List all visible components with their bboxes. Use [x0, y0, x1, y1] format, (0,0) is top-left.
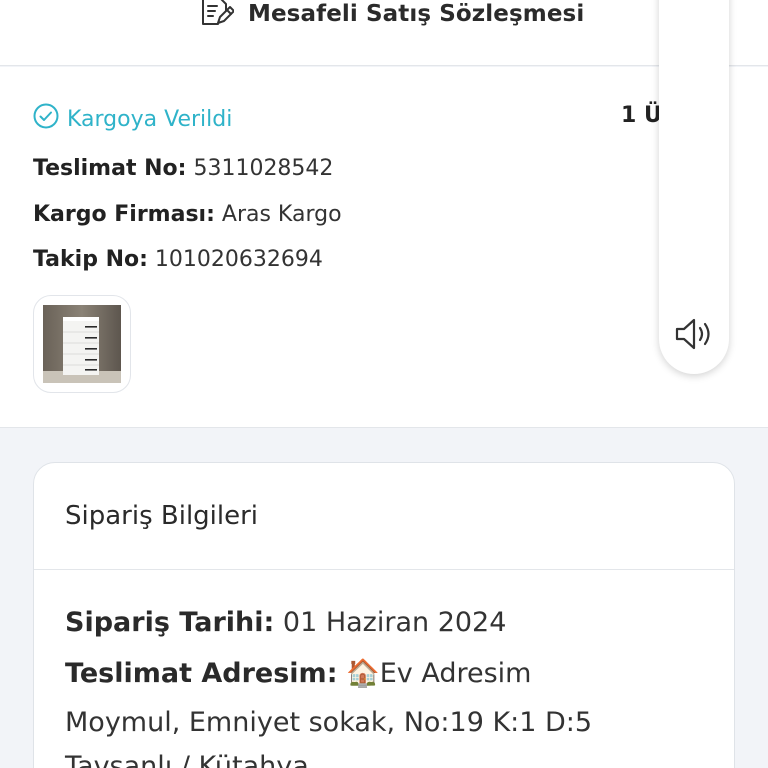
carrier-label: Kargo Firması:: [33, 202, 215, 227]
order-date-value: 01 Haziran 2024: [282, 607, 507, 638]
delivery-number-value: 5311028542: [193, 156, 334, 181]
tracking-value[interactable]: 101020632694: [155, 247, 323, 272]
contract-section: Mesafeli Satış Sözleşmesi: [0, 0, 768, 66]
contract-label: Mesafeli Satış Sözleşmesi: [248, 1, 585, 27]
tracking-label: Takip No:: [33, 247, 148, 272]
order-info-card: Sipariş Bilgileri Sipariş Tarihi: 01 Haz…: [33, 462, 735, 768]
delivery-number-label: Teslimat No:: [33, 156, 187, 181]
quantity-label: 1 Ü: [621, 103, 662, 128]
order-date-row: Sipariş Tarihi: 01 Haziran 2024: [65, 607, 506, 638]
document-edit-icon: [196, 0, 235, 36]
house-emoji-icon: 🏠: [346, 658, 380, 689]
order-date-label: Sipariş Tarihi:: [65, 607, 275, 638]
shipment-card: Kargoya Verildi 1 Ü Teslimat No: 5311028…: [0, 67, 768, 428]
product-thumbnail[interactable]: [33, 295, 131, 393]
check-circle-icon: [33, 103, 59, 135]
delivery-address-label: Teslimat Adresim:: [65, 658, 338, 689]
speaker-icon[interactable]: [671, 314, 717, 358]
shipment-status: Kargoya Verildi: [33, 103, 232, 135]
dresser-product-image: [43, 305, 121, 383]
address-line-1: Moymul, Emniyet sokak, No:19 K:1 D:5: [65, 707, 593, 738]
tracking-row: Takip No: 101020632694: [33, 247, 323, 272]
distance-sales-contract-link[interactable]: Mesafeli Satış Sözleşmesi: [196, 0, 584, 34]
status-label: Kargoya Verildi: [67, 106, 233, 132]
address-line-2: Tavşanlı / Kütahya: [65, 751, 309, 768]
carrier-row: Kargo Firması: Aras Kargo: [33, 202, 342, 227]
carrier-value: Aras Kargo: [221, 202, 342, 227]
order-info-title: Sipariş Bilgileri: [34, 463, 734, 570]
delivery-number-row: Teslimat No: 5311028542: [33, 156, 333, 181]
accessibility-panel: [659, 0, 729, 374]
address-name: Ev Adresim: [379, 658, 532, 689]
delivery-address-row: Teslimat Adresim: 🏠Ev Adresim: [65, 657, 531, 689]
